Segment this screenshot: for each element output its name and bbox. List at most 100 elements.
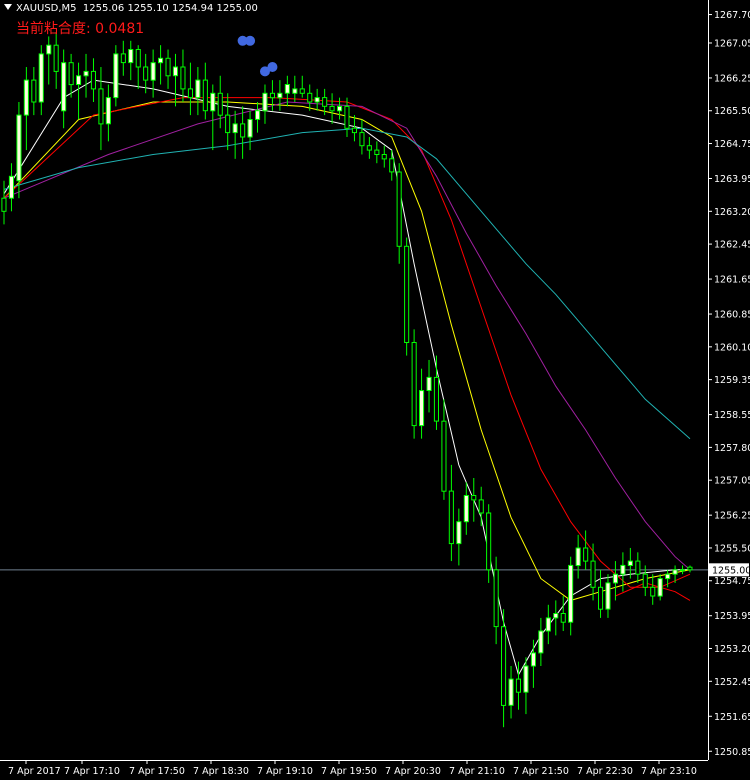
y-tick-label: 1251.65	[714, 712, 750, 723]
symbol-label: XAUUSD,M5	[16, 3, 77, 14]
candle-body	[143, 66, 149, 81]
candle-body	[83, 70, 89, 77]
candle-body	[165, 57, 171, 77]
price-chart[interactable]: 1267.70 1267.05 1266.25 1265.50 1264.75 1263.…	[0, 0, 750, 780]
y-tick-label: 1267.70	[714, 10, 750, 21]
x-tick-label: 7 Apr 21:10	[449, 766, 505, 777]
y-tick-label: 1267.05	[714, 38, 750, 49]
candle-body	[329, 105, 335, 112]
candle-body	[471, 495, 477, 501]
candle-body	[180, 66, 186, 90]
candle-body	[284, 84, 290, 94]
x-tick-label: 7 Apr 20:30	[385, 766, 441, 777]
candle-body	[68, 62, 74, 86]
candle-body	[195, 79, 201, 99]
candle-body	[337, 105, 343, 112]
candle-body	[113, 53, 119, 99]
candle-body	[217, 92, 223, 116]
y-tick-label: 1257.80	[714, 443, 750, 454]
candle-body	[486, 512, 492, 571]
price-scale: 1267.70 1267.05 1266.25 1265.50 1264.75 1263.…	[708, 10, 750, 758]
time-scale: 7 Apr 2017 7 Apr 17:10 7 Apr 17:50 7 Apr 18…	[8, 760, 697, 777]
candle-body	[553, 613, 559, 619]
candle-body	[269, 92, 275, 99]
candle-body	[642, 573, 648, 588]
candle-body	[314, 97, 320, 103]
candle-body	[433, 376, 439, 422]
candle-body	[172, 66, 178, 77]
candle-body	[411, 342, 417, 427]
candle-body	[530, 652, 537, 667]
ma-line-2	[3, 97, 691, 588]
candle-body	[590, 560, 596, 588]
ma-line-0	[3, 79, 690, 676]
candle-body	[90, 70, 97, 90]
candle-body	[150, 62, 156, 81]
y-tick-label: 1265.50	[714, 106, 750, 117]
candle-body	[404, 245, 410, 343]
signal-markers	[237, 35, 278, 77]
candle-body	[560, 613, 566, 623]
ma-line-3	[3, 101, 691, 571]
candle-body	[322, 97, 328, 107]
y-tick-label: 1258.55	[714, 410, 750, 421]
chevron-down-icon[interactable]	[4, 4, 12, 10]
candle-body	[687, 566, 693, 571]
indicator-label: 当前粘合度: 0.0481	[16, 21, 145, 37]
candle-body	[240, 123, 246, 138]
candle-body	[299, 88, 305, 94]
candle-body	[46, 44, 52, 55]
x-tick-label: 7 Apr 19:50	[321, 766, 377, 777]
candle-body	[16, 114, 22, 182]
candle-body	[135, 49, 141, 68]
candle-body	[612, 573, 619, 584]
candlesticks	[1, 32, 693, 728]
candle-body	[262, 92, 268, 112]
y-tick-label: 1263.20	[714, 207, 750, 218]
y-tick-label: 1261.65	[714, 275, 750, 286]
candle-body	[23, 79, 29, 116]
price-label-text: 1255.00	[712, 565, 750, 576]
candle-body	[620, 564, 626, 575]
ma-line-1	[3, 101, 691, 601]
candle-body	[665, 573, 671, 580]
candle-body	[583, 547, 589, 562]
candle-body	[202, 79, 208, 112]
y-tick-label: 1253.20	[714, 644, 750, 655]
y-tick-label: 1264.75	[714, 139, 750, 150]
candle-body	[598, 586, 604, 610]
candle-body	[187, 88, 193, 99]
candle-body	[38, 53, 44, 103]
signal-marker	[245, 35, 256, 46]
candle-body	[635, 560, 641, 575]
candle-body	[255, 110, 261, 120]
candle-body	[515, 678, 522, 693]
candle-body	[448, 490, 454, 545]
x-tick-label: 7 Apr 17:10	[64, 766, 120, 777]
candle-body	[680, 569, 686, 572]
candle-body	[292, 88, 298, 94]
x-tick-label: 7 Apr 18:30	[193, 766, 249, 777]
y-tick-label: 1257.05	[714, 476, 750, 487]
candle-body	[657, 578, 663, 597]
candle-body	[105, 97, 111, 125]
candle-body	[501, 626, 507, 706]
candle-body	[627, 560, 633, 566]
candle-body	[463, 495, 469, 523]
candle-body	[277, 92, 283, 99]
y-tick-label: 1250.85	[714, 747, 750, 758]
x-tick-label: 7 Apr 2017	[8, 766, 61, 777]
ohlc-values: 1255.06 1255.10 1254.94 1255.00	[82, 3, 258, 14]
candle-body	[247, 119, 253, 138]
candle-body	[568, 564, 574, 623]
candle-body	[419, 390, 425, 427]
candle-body	[8, 175, 14, 199]
y-tick-label: 1259.35	[714, 375, 750, 386]
x-tick-label: 7 Apr 23:10	[641, 766, 697, 777]
candle-body	[672, 569, 678, 575]
y-tick-label: 1252.45	[714, 677, 750, 688]
candle-body	[605, 582, 611, 610]
candle-body	[366, 145, 372, 151]
candle-body	[351, 127, 357, 134]
candle-body	[1, 197, 7, 212]
